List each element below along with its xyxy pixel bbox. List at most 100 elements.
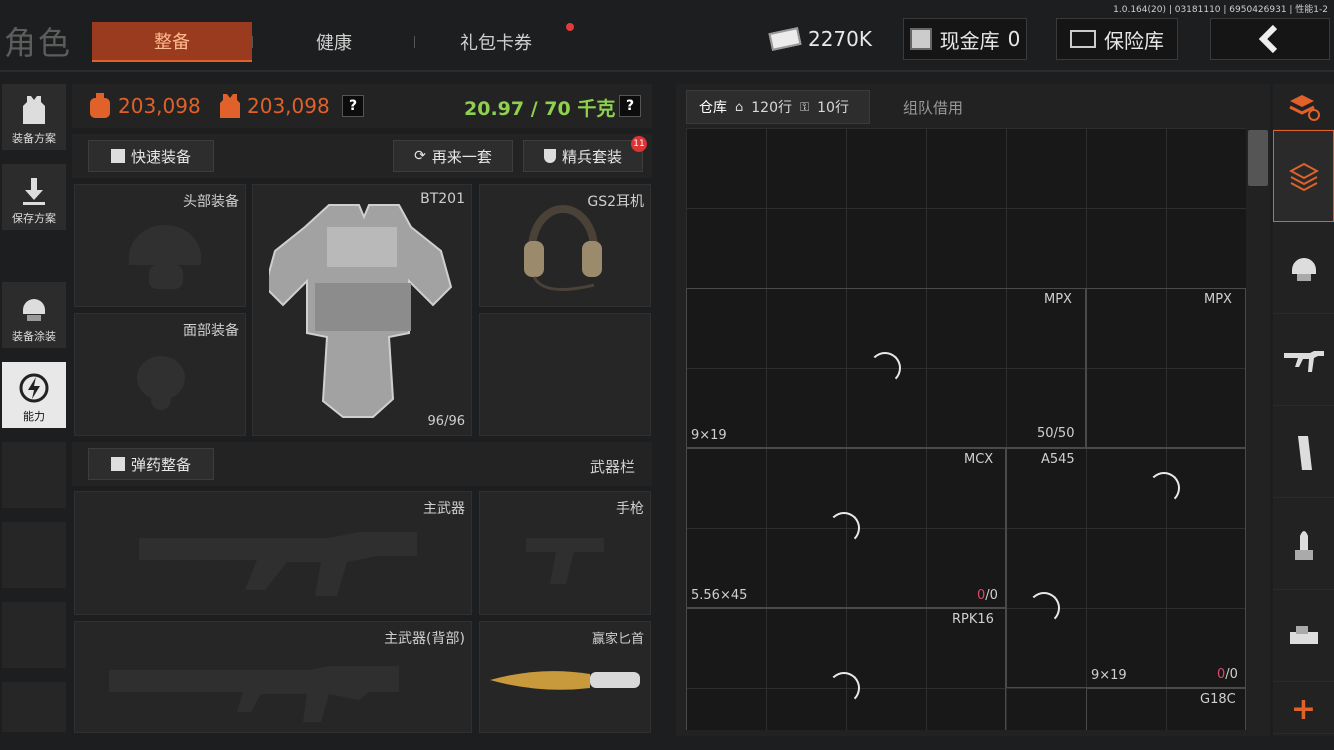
- vest-value-icon: [220, 94, 240, 118]
- sidebar-item-label: 能力: [23, 410, 45, 423]
- helmet-silhouette-icon: [129, 225, 201, 289]
- loading-spinner: [1028, 592, 1060, 624]
- weapon-bar-label: 武器栏: [590, 458, 636, 476]
- sidebar-item-loadout-plans[interactable]: 装备方案: [2, 84, 66, 150]
- add-category-button[interactable]: +: [1273, 686, 1334, 734]
- item-caliber: 9×19: [1091, 668, 1127, 683]
- notification-dot: [566, 23, 574, 31]
- tab-gifts[interactable]: 礼包卡券: [416, 22, 576, 62]
- rifle-icon: [1283, 350, 1324, 372]
- sidebar-item-abilities[interactable]: 能力: [2, 362, 66, 428]
- sidebar-item-skins[interactable]: 装备涂装: [2, 282, 66, 348]
- category-gear[interactable]: [1273, 222, 1334, 314]
- house-icon: ⌂: [735, 99, 744, 115]
- tab-divider: [252, 36, 253, 48]
- category-all[interactable]: [1273, 130, 1334, 222]
- bullet-icon: [1294, 530, 1313, 560]
- sidebar-item-save-plan[interactable]: 保存方案: [2, 164, 66, 230]
- primary-weapon-label: 主武器: [423, 501, 465, 517]
- sidebar-divider: [2, 244, 66, 274]
- layers-icon: [1288, 162, 1319, 191]
- sight-icon: [1289, 625, 1318, 644]
- stack-sort-icon: [1288, 94, 1320, 121]
- quick-equip-button[interactable]: 快速装备: [88, 140, 214, 172]
- back-weapon-slot[interactable]: 主武器(背部): [74, 621, 472, 733]
- backpack-value: 203,098: [118, 94, 201, 118]
- category-attachments[interactable]: [1273, 590, 1334, 682]
- item-count: 0/0: [977, 588, 998, 603]
- item-a545[interactable]: [1006, 448, 1246, 688]
- sidebar-empty-slot: [2, 522, 66, 588]
- chevron-left-icon: [1258, 24, 1278, 54]
- tab-equip[interactable]: 整备: [92, 22, 252, 62]
- melee-slot[interactable]: 赢家匕首: [479, 621, 651, 733]
- download-icon: [23, 178, 45, 205]
- warehouse-tab-label: 仓库: [699, 100, 727, 116]
- quick-equip-label: 快速装备: [130, 147, 191, 166]
- sidebar-item-label: 装备涂装: [12, 330, 56, 343]
- banknote-icon: [768, 27, 802, 51]
- item-caliber: 9×19: [691, 428, 727, 443]
- head-slot[interactable]: 头部装备: [74, 184, 246, 307]
- elite-set-button[interactable]: 精兵套装: [523, 140, 643, 172]
- primary-weapon-slot[interactable]: 主武器: [74, 491, 472, 615]
- warehouse-tab[interactable]: 仓库 ⌂ 120行 ⚿ 10行: [686, 90, 870, 124]
- body-armor-icon: [269, 204, 453, 418]
- safe-vault-button[interactable]: 保险库: [1056, 18, 1178, 60]
- ammo-button[interactable]: 弹药整备: [88, 448, 214, 480]
- key-rows: 10行: [817, 100, 849, 116]
- header-divider: [0, 70, 1334, 72]
- loading-spinner: [869, 352, 901, 384]
- tab-health[interactable]: 健康: [254, 22, 414, 62]
- shirt-icon: [110, 149, 125, 163]
- loading-spinner: [828, 512, 860, 544]
- category-magazines[interactable]: [1273, 406, 1334, 498]
- armor-slot[interactable]: BT201 96/96: [252, 184, 472, 436]
- category-ammo[interactable]: [1273, 498, 1334, 590]
- item-name: MPX: [1044, 292, 1072, 307]
- melee-label: 赢家匕首: [591, 632, 644, 647]
- elite-set-label: 精兵套装: [561, 147, 622, 166]
- pistol-label: 手枪: [616, 501, 644, 517]
- grid-scrollbar[interactable]: [1248, 130, 1268, 186]
- category-weapons[interactable]: [1273, 314, 1334, 406]
- rifle-silhouette-icon: [139, 532, 417, 596]
- knife-icon: [490, 671, 640, 690]
- again-button[interactable]: ⟳ 再来一套: [393, 140, 513, 172]
- pistol-slot[interactable]: 手枪: [479, 491, 651, 615]
- safe-label: 保险库: [1104, 28, 1164, 53]
- value-help-button[interactable]: ?: [342, 95, 364, 117]
- empty-gear-slot[interactable]: [479, 313, 651, 436]
- sort-button[interactable]: [1273, 84, 1334, 130]
- plus-icon: +: [1290, 691, 1317, 727]
- page-title: 角色: [4, 24, 73, 62]
- shield-icon: [543, 149, 556, 163]
- face-slot-label: 面部装备: [183, 323, 239, 339]
- rifle-back-silhouette-icon: [109, 666, 399, 722]
- face-slot[interactable]: 面部装备: [74, 313, 246, 436]
- item-name: G18C: [1200, 692, 1236, 707]
- again-label: 再来一套: [431, 147, 492, 166]
- headset-slot[interactable]: GS2耳机: [479, 184, 651, 307]
- head-slot-label: 头部装备: [183, 194, 239, 210]
- vest-icon: [23, 96, 45, 124]
- cash-icon: [909, 28, 932, 50]
- item-name: RPK16: [952, 612, 994, 627]
- sidebar-item-label: 装备方案: [12, 132, 56, 145]
- item-mpx[interactable]: [1086, 288, 1246, 448]
- backpack-icon: [90, 93, 110, 118]
- lightning-icon: [19, 373, 49, 403]
- ammo-button-label: 弹药整备: [130, 455, 191, 474]
- cash-vault-button[interactable]: 现金库 0: [903, 18, 1027, 60]
- sidebar-empty-slot: [2, 602, 66, 668]
- weight-help-button[interactable]: ?: [619, 95, 641, 117]
- item-count: 0/0: [1217, 667, 1238, 682]
- elite-badge: 11: [631, 136, 647, 152]
- version-text: 1.0.164(20) | 03181110 | 6950426931 | 性能…: [1113, 5, 1328, 15]
- armor-value: 203,098: [247, 94, 330, 118]
- item-name: A545: [1041, 452, 1075, 467]
- team-borrow-tab[interactable]: 组队借用: [870, 90, 996, 124]
- back-button[interactable]: [1210, 18, 1330, 60]
- house-rows: 120行: [751, 100, 792, 116]
- warehouse-grid[interactable]: MPX 9×19 50/50 MPX MCX 5.56×45 0/0 A545 …: [686, 128, 1246, 730]
